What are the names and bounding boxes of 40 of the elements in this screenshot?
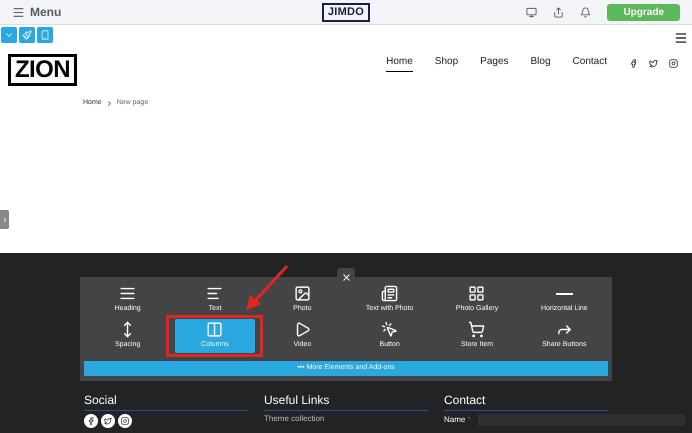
bell-icon[interactable] bbox=[580, 6, 592, 18]
text-image-icon bbox=[381, 285, 398, 302]
arrow-drawing bbox=[244, 264, 290, 312]
share-icon[interactable] bbox=[553, 6, 564, 18]
footer-heading: Contact bbox=[444, 393, 608, 411]
facebook-icon[interactable] bbox=[629, 58, 638, 68]
nav-link[interactable]: Pages bbox=[480, 54, 509, 72]
footer-heading: Social bbox=[84, 393, 248, 411]
instagram-icon[interactable] bbox=[669, 58, 678, 68]
footer-heading: Useful Links bbox=[264, 393, 428, 411]
site-logo[interactable]: ZION bbox=[8, 54, 77, 86]
social-glyph-icon bbox=[104, 417, 112, 425]
grid-icon bbox=[468, 285, 486, 302]
nav-link[interactable]: Contact bbox=[572, 54, 607, 72]
menu-icon[interactable] bbox=[12, 6, 25, 18]
mobile-button[interactable] bbox=[37, 27, 53, 43]
close-icon bbox=[340, 272, 352, 282]
brush-icon bbox=[22, 30, 32, 40]
nav-link[interactable]: Blog bbox=[530, 54, 551, 72]
sidebar-toggle[interactable] bbox=[0, 210, 9, 229]
menu-label[interactable]: Menu bbox=[30, 3, 62, 21]
field-label: Name bbox=[444, 415, 466, 425]
paint-roller-button[interactable] bbox=[19, 27, 35, 43]
cursor-icon bbox=[381, 321, 398, 338]
social-glyph-icon bbox=[121, 417, 129, 425]
line-icon bbox=[556, 292, 573, 295]
twitter-icon[interactable] bbox=[649, 58, 658, 68]
hamburger-icon[interactable] bbox=[674, 31, 688, 45]
footer-link[interactable]: Theme collection bbox=[264, 414, 428, 424]
social-glyph-icon bbox=[87, 417, 95, 425]
chevron-icon bbox=[106, 100, 113, 107]
image-icon bbox=[294, 285, 311, 302]
phone-icon bbox=[40, 30, 50, 40]
nav-link[interactable]: Home bbox=[386, 54, 413, 72]
nav-link[interactable]: Shop bbox=[434, 54, 458, 72]
monitor-icon[interactable] bbox=[526, 6, 538, 18]
columns-icon bbox=[206, 321, 224, 338]
required-asterisk: * bbox=[467, 415, 470, 425]
jimdo-logo: JIMDO bbox=[322, 2, 370, 22]
cart-icon bbox=[468, 321, 486, 338]
